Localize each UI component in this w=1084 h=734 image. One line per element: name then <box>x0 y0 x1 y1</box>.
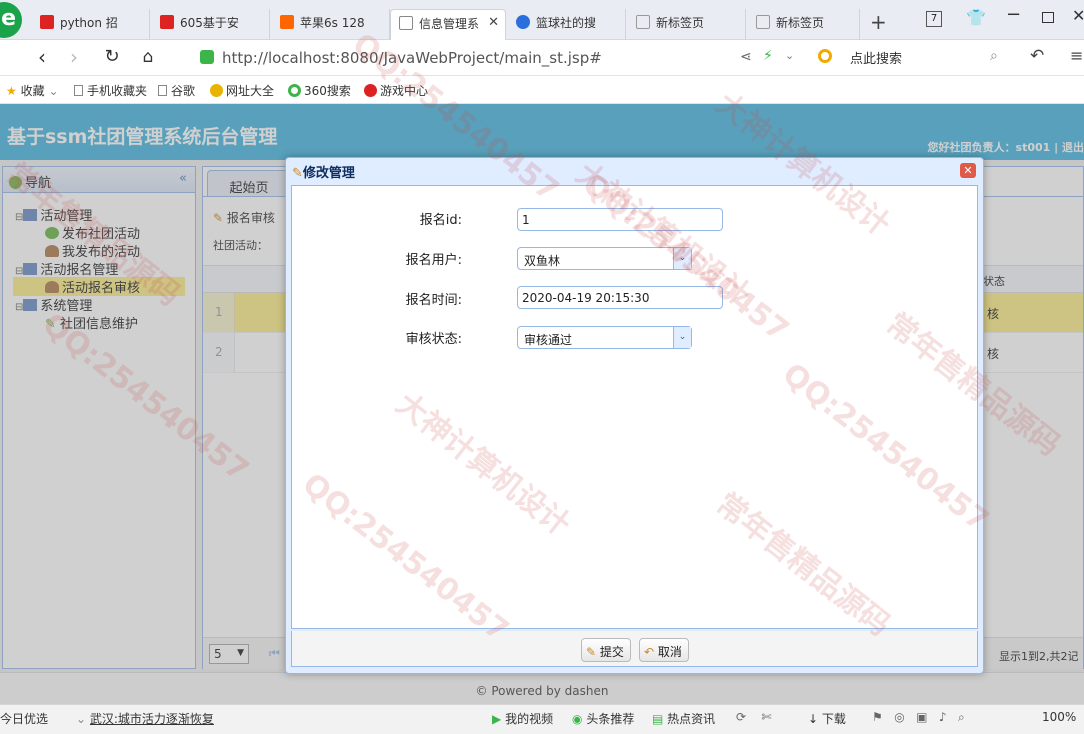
tab-favicon-icon <box>40 15 54 29</box>
signup-user-select[interactable]: 双鱼林 ⌄ <box>517 247 692 270</box>
edit-icon: ✎ <box>586 645 597 659</box>
zoom-level[interactable]: 100% <box>1042 710 1076 724</box>
status-hot-news[interactable]: ▤ 热点资讯 <box>652 710 715 727</box>
dialog-header: ✎修改管理 ✕ <box>286 158 983 184</box>
bookmark-bar: ★ 收藏 ⌄ 手机收藏夹 谷歌 网址大全 360搜索 游戏中心 ✚ ✂ ⌕ ⚲ … <box>0 76 1084 174</box>
tab-favicon-icon <box>160 15 174 29</box>
maximize-button[interactable] <box>1042 12 1054 23</box>
signup-time-input[interactable]: 2020-04-19 20:15:30 <box>517 286 723 309</box>
cancel-button[interactable]: ↶ 取消 <box>639 638 689 662</box>
search-engine-icon[interactable] <box>818 49 832 63</box>
signup-id-label: 报名id: <box>419 213 462 228</box>
reload-button[interactable]: ↻ <box>100 46 124 70</box>
dialog-footer: ✎ 提交 ↶ 取消 <box>291 631 978 667</box>
edit-icon: ✎ <box>292 166 303 181</box>
bookmark-hao[interactable]: 网址大全 <box>210 82 274 99</box>
browser-tab-active[interactable]: 信息管理系 ✕ <box>390 9 506 40</box>
signup-id-input[interactable]: 1 <box>517 208 723 231</box>
undo-icon: ↶ <box>644 645 655 659</box>
browser-logo-icon: e <box>0 2 22 38</box>
chevron-down-icon[interactable]: ⌄ <box>673 248 691 269</box>
search-icon[interactable]: ⌕ <box>990 48 998 64</box>
close-icon[interactable]: ✕ <box>960 163 976 178</box>
bookmark-mobile[interactable]: 手机收藏夹 <box>74 82 147 99</box>
browser-tab[interactable]: 605基于安 <box>152 9 270 40</box>
bookmark-favorites[interactable]: ★ 收藏 ⌄ <box>6 82 59 99</box>
edit-dialog: ✎修改管理 ✕ 报名id: 1 报名用户: 双鱼林 ⌄ 报名时间: 2020-04… <box>285 157 984 674</box>
browser-status-bar: 今日优选 ⌄ 武汉:城市活力逐渐恢复 ▶ 我的视频 ◉ 头条推荐 ▤ 热点资讯 … <box>0 704 1084 734</box>
browser-tab[interactable]: 新标签页 <box>628 9 746 40</box>
browser-tab[interactable]: python 招 <box>32 9 150 40</box>
minimize-button[interactable]: − <box>1006 4 1021 25</box>
tab-count-badge[interactable]: 7 <box>926 11 942 27</box>
home-button[interactable]: ⌂ <box>136 46 160 70</box>
browser-tab[interactable]: 篮球社的搜 <box>508 9 626 40</box>
page-icon <box>74 85 83 96</box>
status-misc-icons[interactable]: ⚑ ◎ ▣ ♪ ⌕ <box>872 710 965 725</box>
signup-user-label: 报名用户: <box>405 253 462 268</box>
menu-icon[interactable]: ≡ <box>1070 46 1083 65</box>
close-window-button[interactable]: ✕ <box>1072 6 1084 25</box>
submit-button[interactable]: ✎ 提交 <box>581 638 631 662</box>
chevron-down-icon[interactable]: ⌄ <box>785 49 794 62</box>
taobao-icon <box>280 15 294 29</box>
download-icon: ↓ <box>808 712 819 726</box>
dialog-body: 报名id: 1 报名用户: 双鱼林 ⌄ 报名时间: 2020-04-19 20:1… <box>291 185 978 629</box>
page-icon <box>158 85 167 96</box>
status-headline[interactable]: ◉ 头条推荐 <box>572 710 634 727</box>
lightning-icon[interactable]: ⚡ <box>763 48 773 64</box>
news-icon: ▤ <box>652 712 664 726</box>
page-icon <box>399 16 413 30</box>
video-icon: ▶ <box>492 712 502 726</box>
status-download[interactable]: ↓ 下载 <box>808 710 846 727</box>
back-button[interactable]: ‹ <box>30 46 54 70</box>
review-status-label: 审核状态: <box>405 332 462 347</box>
shirt-icon[interactable]: 👕 <box>966 8 986 27</box>
search-input[interactable]: 点此搜索 <box>850 48 902 67</box>
baidu-icon <box>516 15 530 29</box>
search-engine-icon <box>288 84 301 97</box>
new-tab-button[interactable]: + <box>870 10 887 34</box>
bookmark-google[interactable]: 谷歌 <box>158 82 195 99</box>
browser-tab-bar: e python 招 605基于安 苹果6s 128 信息管理系 ✕ 篮球社的搜 … <box>0 0 1084 40</box>
status-daily-pick[interactable]: 今日优选 <box>0 710 48 727</box>
status-news-link[interactable]: ⌄ 武汉:城市活力逐渐恢复 <box>76 710 214 727</box>
review-status-select[interactable]: 审核通过 ⌄ <box>517 326 692 349</box>
browser-tab[interactable]: 苹果6s 128 <box>272 9 390 40</box>
star-icon: ★ <box>6 84 17 98</box>
chevron-down-icon[interactable]: ⌄ <box>673 327 691 348</box>
status-my-video[interactable]: ▶ 我的视频 <box>492 710 553 727</box>
url-input[interactable]: http://localhost:8080/JavaWebProject/mai… <box>194 45 734 71</box>
grid-icon <box>756 15 770 29</box>
game-icon <box>364 84 377 97</box>
undo-icon[interactable]: ↶ <box>1030 46 1044 66</box>
close-icon[interactable]: ✕ <box>488 15 499 30</box>
signup-time-label: 报名时间: <box>405 293 462 308</box>
share-icon[interactable]: ⋖ <box>740 49 752 65</box>
globe-icon <box>210 84 223 97</box>
browser-tab[interactable]: 新标签页 <box>748 9 860 40</box>
status-tool-icons[interactable]: ⟳ ✄ <box>736 710 771 724</box>
forward-button[interactable]: › <box>62 46 86 70</box>
bookmark-360[interactable]: 360搜索 <box>288 82 351 99</box>
grid-icon <box>636 15 650 29</box>
address-bar: ‹ › ↻ ⌂ http://localhost:8080/JavaWebPro… <box>0 40 1084 76</box>
bookmark-game[interactable]: 游戏中心 <box>364 82 428 99</box>
play-icon: ◉ <box>572 712 583 726</box>
